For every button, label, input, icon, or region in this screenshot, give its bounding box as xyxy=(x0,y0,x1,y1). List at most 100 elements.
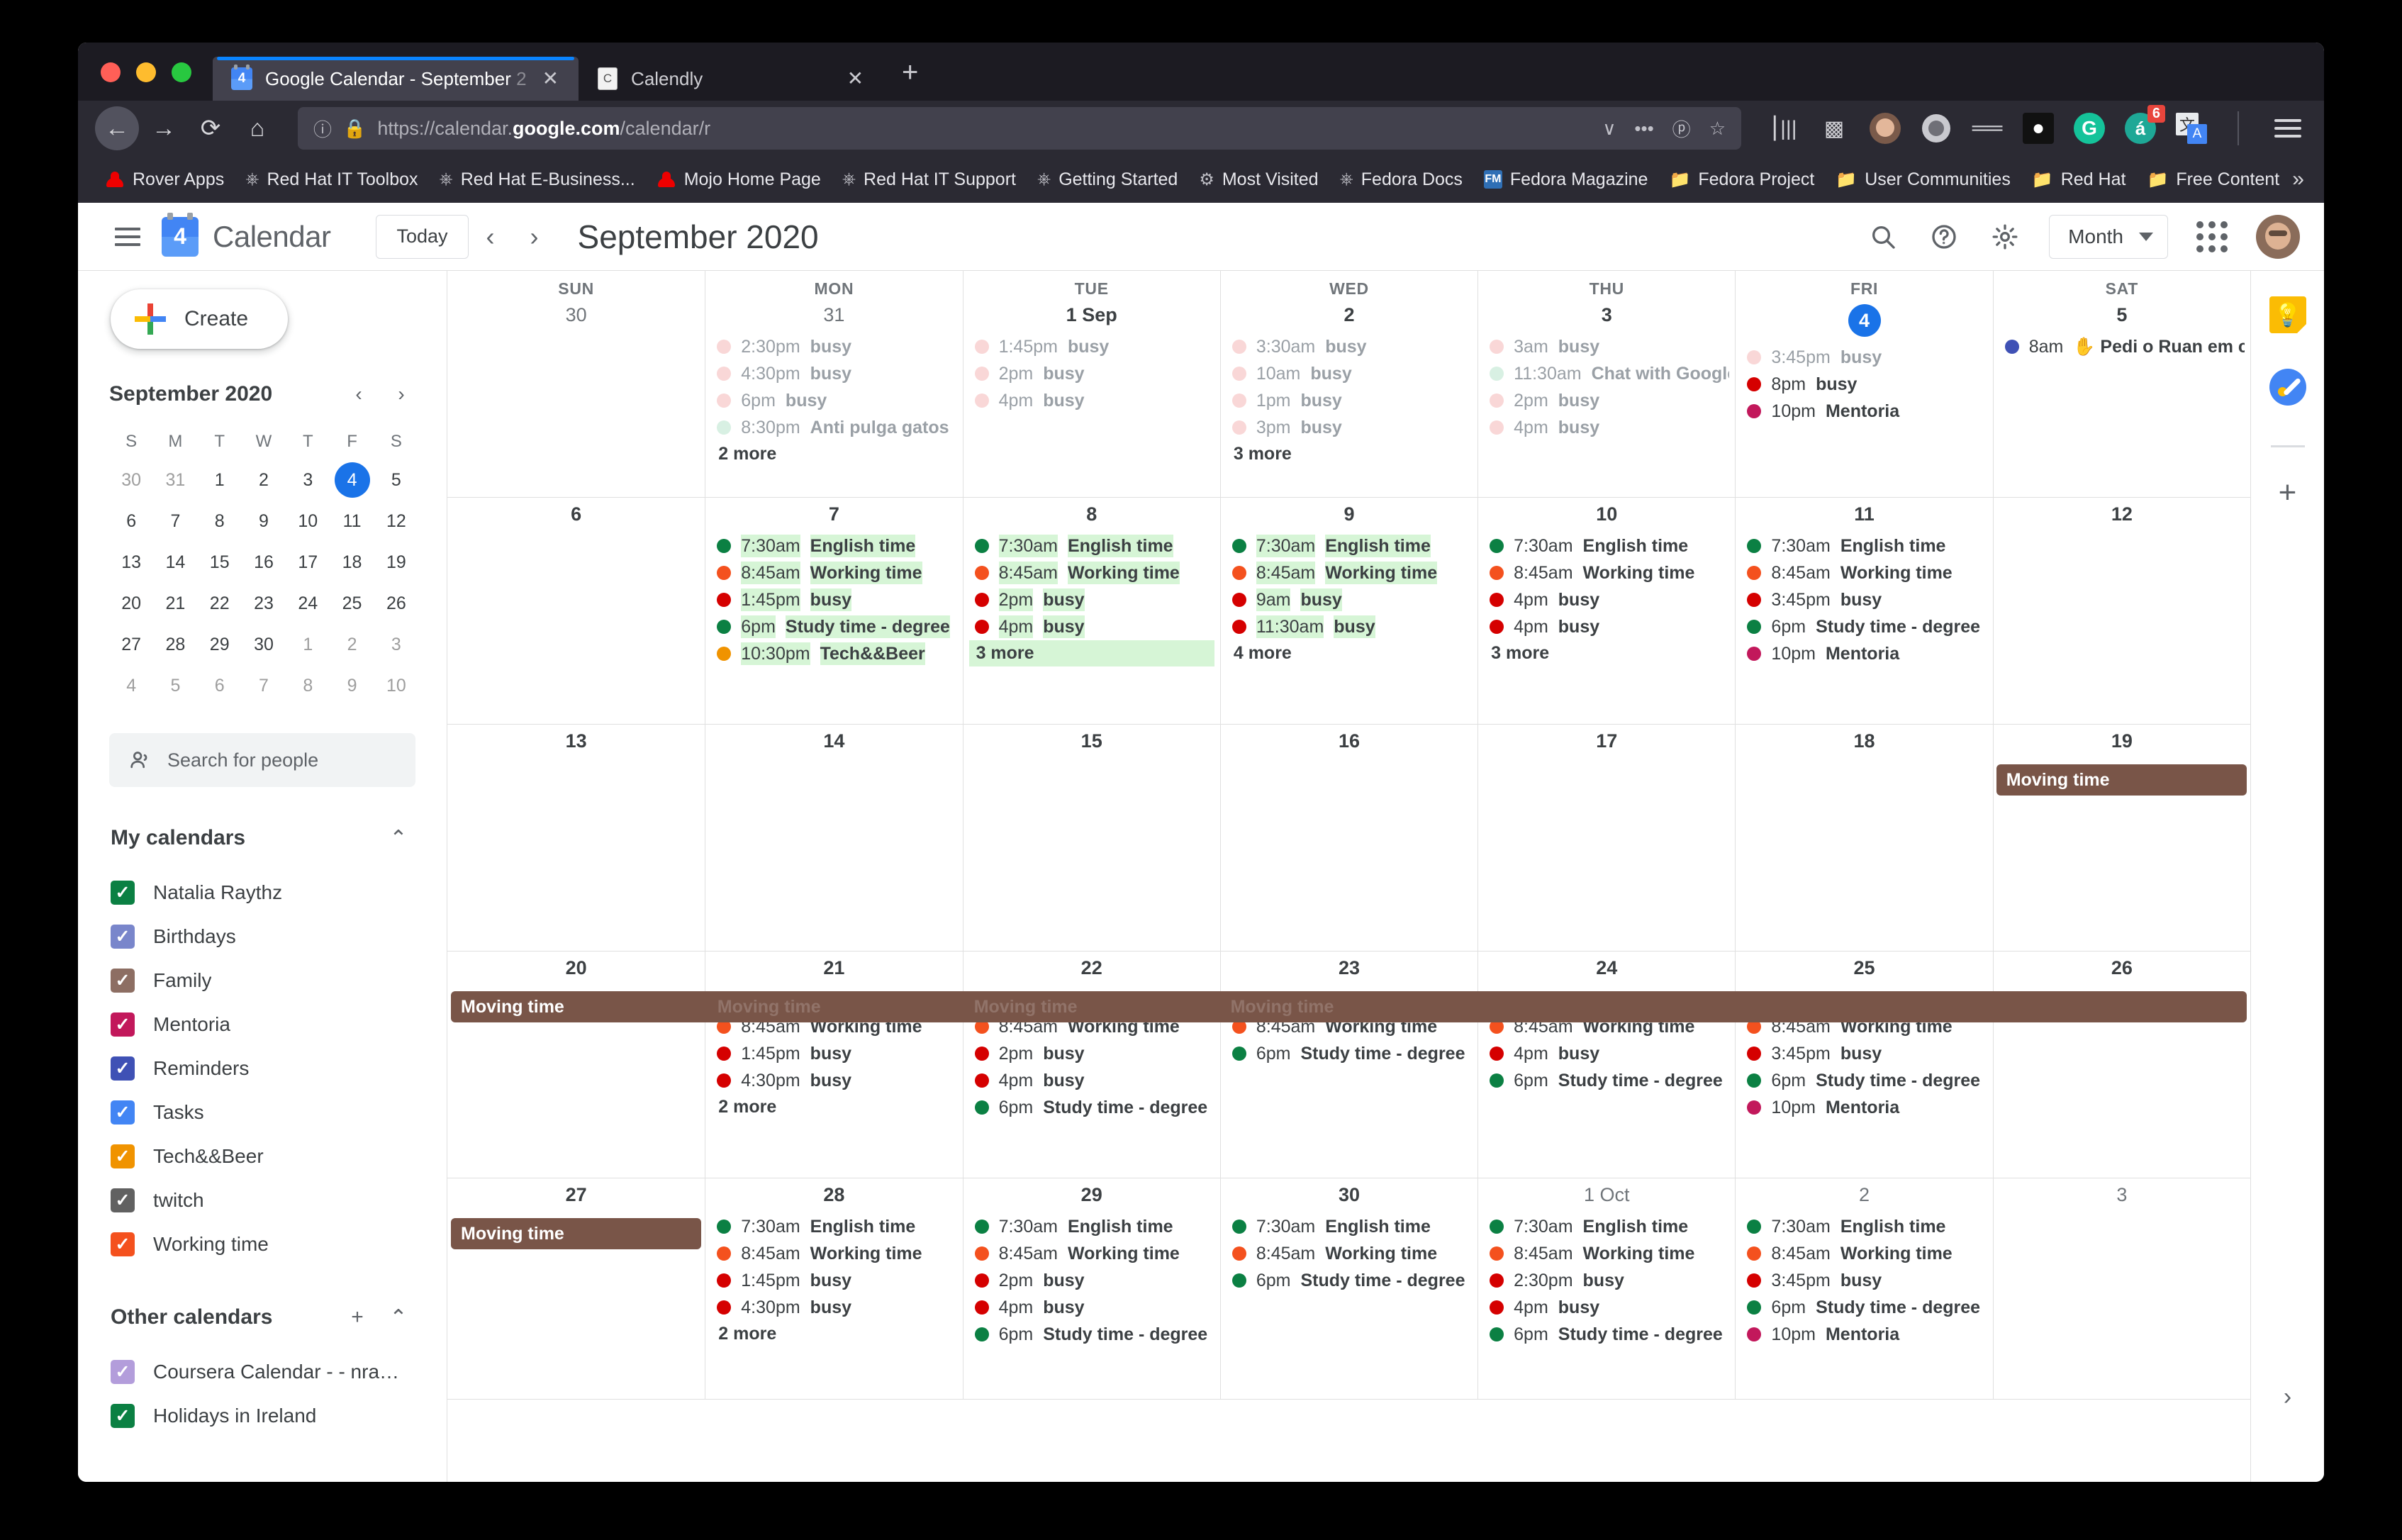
day-number[interactable]: 5 xyxy=(1999,298,2245,333)
calendar-day-cell[interactable]: THU3 3am busy 11:30am Chat with Google (2pm b… xyxy=(1477,271,1735,497)
calendar-day-cell[interactable]: 10 7:30am English time 8:45am Working time 4p… xyxy=(1477,498,1735,724)
bookmark-item[interactable]: FM Fedora Magazine xyxy=(1475,165,1657,194)
mini-calendar-day[interactable]: 31 xyxy=(153,462,197,498)
calendar-day-cell[interactable]: 1 Oct 7:30am English time 8:45am Working tim… xyxy=(1477,1178,1735,1399)
mini-calendar-day[interactable]: 2 xyxy=(242,462,286,498)
calendar-event[interactable]: 8:45am Working time xyxy=(969,1240,1214,1267)
mini-calendar-day[interactable]: 25 xyxy=(330,586,374,621)
mini-calendar-day[interactable]: 18 xyxy=(330,545,374,580)
calendar-event[interactable]: 3:45pm busy xyxy=(1741,344,1987,371)
calendar-event[interactable]: 7:30am English time xyxy=(711,1213,956,1240)
calendar-event[interactable]: 4pm busy xyxy=(1484,1040,1729,1067)
tab-calendly[interactable]: C Calendly ✕ xyxy=(579,57,883,101)
mini-calendar-day[interactable]: 1 xyxy=(286,627,330,662)
chevron-down-icon[interactable]: ∨ xyxy=(1602,118,1616,140)
mini-calendar-day[interactable]: 12 xyxy=(374,503,418,539)
calendar-day-cell[interactable]: 26 xyxy=(1992,952,2250,1178)
day-number[interactable]: 12 xyxy=(1999,498,2245,532)
google-keep-icon[interactable]: 💡 xyxy=(2269,296,2306,333)
tab-google-calendar[interactable]: 4 Google Calendar - September 2 ✕ xyxy=(213,57,579,101)
calendar-checkbox[interactable]: ✓ xyxy=(111,1012,135,1037)
calendar-event[interactable]: 7:30am English time xyxy=(1484,1213,1729,1240)
calendar-event[interactable]: 6pm Study time - degree xyxy=(1741,1294,1987,1321)
day-number[interactable]: 3 xyxy=(1484,298,1729,333)
mini-calendar-day[interactable]: 10 xyxy=(286,503,330,539)
calendar-event[interactable]: 10pm Mentoria xyxy=(1741,640,1987,667)
mini-calendar-day[interactable]: 4 xyxy=(109,668,153,703)
calendar-checkbox[interactable]: ✓ xyxy=(111,881,135,905)
create-button[interactable]: Create xyxy=(111,289,288,349)
other-calendars-header[interactable]: Other calendars + ⌃ xyxy=(111,1300,415,1334)
calendar-event[interactable]: 6pm Study time - degree xyxy=(1484,1067,1729,1094)
github-icon[interactable]: ● xyxy=(2022,112,2055,145)
more-events-link[interactable]: 3 more xyxy=(968,640,1214,666)
day-number[interactable]: 9 xyxy=(1227,498,1472,532)
help-icon[interactable] xyxy=(1917,210,1971,264)
sidebar-icon[interactable]: ▩ xyxy=(1818,112,1850,145)
add-app-icon[interactable]: + xyxy=(2279,477,2297,508)
calendar-event[interactable]: 7:30am English time xyxy=(1484,532,1729,559)
mini-calendar-day[interactable]: 13 xyxy=(109,545,153,580)
calendar-event[interactable]: 4pm busy xyxy=(1484,1294,1729,1321)
pocket-icon[interactable]: ⓟ xyxy=(1672,116,1691,142)
my-calendar-item[interactable]: ✓ Birthdays xyxy=(78,915,447,959)
calendar-day-cell[interactable]: 19 xyxy=(1992,725,2250,951)
calendar-checkbox[interactable]: ✓ xyxy=(111,1056,135,1081)
calendar-day-cell[interactable]: FRI 4 3:45pm busy 8pm busy 10pm Mentoria xyxy=(1735,271,1992,497)
calendar-day-cell[interactable]: WED 2 3:30am busy 10am busy 1pm busy 3pm busy 3 mo… xyxy=(1219,271,1477,497)
calendar-event[interactable]: 3pm busy xyxy=(1227,414,1472,441)
calendar-event[interactable]: 3am busy xyxy=(1484,333,1729,360)
day-number[interactable]: 4 xyxy=(1741,298,1987,344)
calendar-day-cell[interactable]: TUE 1 Sep 1:45pm busy 2pm busy 4pm busy xyxy=(962,271,1220,497)
day-number[interactable]: 30 xyxy=(1227,1178,1472,1213)
bookmark-item[interactable]: ⎈ Red Hat IT Support xyxy=(834,165,1024,194)
mini-calendar-day[interactable]: 26 xyxy=(374,586,418,621)
my-calendar-item[interactable]: ✓ Working time xyxy=(78,1222,447,1266)
calendar-checkbox[interactable]: ✓ xyxy=(111,1232,135,1256)
day-number[interactable]: 7 xyxy=(711,498,956,532)
close-window-button[interactable] xyxy=(101,62,121,82)
calendar-event[interactable]: 2pm busy xyxy=(969,360,1214,387)
calendar-day-cell[interactable]: 7 7:30am English time 8:45am Working time 1:4… xyxy=(705,498,962,724)
mini-calendar-day[interactable]: 9 xyxy=(330,668,374,703)
calendar-event[interactable]: 10:30pm Tech&&Beer xyxy=(711,640,956,667)
mini-calendar-day[interactable]: 11 xyxy=(330,503,374,539)
day-number[interactable]: 24 xyxy=(1484,952,1729,986)
calendar-event[interactable]: 2pm busy xyxy=(969,1040,1214,1067)
bookmark-item[interactable]: ⚙ Most Visited xyxy=(1190,165,1326,194)
calendar-event[interactable]: 6pm Study time - degree xyxy=(1741,1067,1987,1094)
calendar-event[interactable]: 6pm Study time - degree xyxy=(1227,1040,1472,1067)
calendar-day-cell[interactable]: 2 7:30am English time 8:45am Working time 3:4… xyxy=(1735,1178,1992,1399)
back-button[interactable]: ← xyxy=(95,106,139,150)
calendar-event[interactable]: 4pm busy xyxy=(969,1067,1214,1094)
calendar-day-cell[interactable]: 217:30amEnglish time8:45amWorking time1:… xyxy=(705,952,962,1178)
calendar-day-cell[interactable]: 29 7:30am English time 8:45am Working time 2p… xyxy=(962,1178,1220,1399)
my-calendar-item[interactable]: ✓ Tech&&Beer xyxy=(78,1134,447,1178)
chevron-up-icon[interactable]: ⌃ xyxy=(381,1300,415,1334)
calendar-event[interactable]: 3:30am busy xyxy=(1227,333,1472,360)
calendar-event[interactable]: 6pm Study time - degree xyxy=(1741,613,1987,640)
mini-calendar-day[interactable]: 14 xyxy=(153,545,197,580)
calendar-event[interactable]: 2pm busy xyxy=(969,1267,1214,1294)
calendar-event[interactable]: 8:45am Working time xyxy=(711,1240,956,1267)
chevron-up-icon[interactable]: ⌃ xyxy=(381,821,415,855)
mini-calendar-day[interactable]: 2 xyxy=(330,627,374,662)
all-day-event[interactable]: Moving time Moving time Moving time Moving … xyxy=(451,991,2247,1022)
grid-extension-icon[interactable]: ══ xyxy=(1971,112,2004,145)
calendar-event[interactable]: 8:45am Working time xyxy=(969,559,1214,586)
calendar-event[interactable]: 4:30pm busy xyxy=(711,1067,956,1094)
calendar-checkbox[interactable]: ✓ xyxy=(111,969,135,993)
calendar-day-cell[interactable]: 28 7:30am English time 8:45am Working time 1:… xyxy=(705,1178,962,1399)
badge-extension-icon[interactable]: á6 xyxy=(2124,105,2165,145)
calendar-event[interactable]: 4:30pm busy xyxy=(711,1294,956,1321)
bookmark-item[interactable]: 📁 Free Content xyxy=(2138,165,2288,194)
calendar-day-cell[interactable]: 237:30amEnglish time8:45amWorking time6p… xyxy=(1219,952,1477,1178)
my-calendar-item[interactable]: ✓ Tasks xyxy=(78,1090,447,1134)
reload-button[interactable]: ⟳ xyxy=(189,106,233,150)
mini-calendar-day[interactable]: 17 xyxy=(286,545,330,580)
calendar-day-cell[interactable]: 15 xyxy=(962,725,1220,951)
mini-calendar-day[interactable]: 20 xyxy=(109,586,153,621)
day-number[interactable]: 30 xyxy=(453,298,699,333)
calendar-event[interactable]: 2:30pm busy xyxy=(1484,1267,1729,1294)
calendar-event[interactable]: 6pm Study time - degree xyxy=(1227,1267,1472,1294)
